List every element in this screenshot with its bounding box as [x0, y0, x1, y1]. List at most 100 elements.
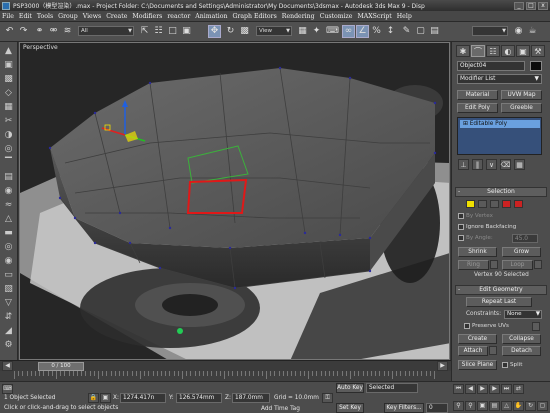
uvw-map-button[interactable]: UVW Map [501, 90, 542, 100]
play-icon[interactable]: ▶ [477, 384, 488, 394]
preserve-uvs-settings-icon[interactable] [532, 322, 540, 331]
key-filters-button[interactable]: Key Filters... [384, 403, 424, 413]
field-of-view-icon[interactable]: △ [501, 401, 512, 411]
hide-icon[interactable]: ◎ [2, 241, 15, 253]
collapse-tool-icon[interactable]: ▽ [2, 297, 15, 309]
menu-file[interactable]: File [2, 13, 14, 20]
set-key-button[interactable]: Set Key [336, 403, 364, 413]
time-slider-bar[interactable]: ◀ 0 / 100 ▶ [0, 360, 451, 371]
flip-icon[interactable]: ⇵ [2, 311, 15, 323]
keyboard-shortcut-icon[interactable]: ⌨ [326, 25, 339, 38]
menu-create[interactable]: Create [106, 13, 127, 20]
stack-item-editable-poly[interactable]: ⊞ Editable Poly [460, 120, 540, 128]
loop-button[interactable]: Loop [502, 260, 533, 270]
snap-toggle-icon[interactable]: ∞ [342, 25, 355, 38]
modifier-list-dropdown[interactable]: Modifier List ▼ [457, 74, 542, 84]
maxscript-listener-icon[interactable]: ⌨ [2, 384, 13, 394]
mirror-icon[interactable]: ▢ [414, 25, 427, 38]
menu-group[interactable]: Group [58, 13, 78, 20]
retriangulate-icon[interactable]: ◢ [2, 325, 15, 337]
track-bar[interactable] [0, 371, 451, 381]
modifier-stack[interactable]: ⊞ Editable Poly [457, 117, 542, 155]
material-button[interactable]: Material [457, 90, 498, 100]
current-frame-field[interactable]: 0 [426, 403, 448, 413]
select-and-scale-icon[interactable]: ▩ [238, 25, 251, 38]
y-coordinate-field[interactable]: 126.574mm [176, 393, 222, 403]
attach-button[interactable]: Attach [458, 346, 488, 356]
constraints-dropdown[interactable]: None ▼ [504, 310, 542, 319]
select-by-name-icon[interactable]: ☷ [152, 25, 165, 38]
go-to-end-icon[interactable]: ⏭ [501, 384, 512, 394]
show-end-result-icon[interactable]: ‖ [472, 159, 483, 170]
detach-button[interactable]: Detach [502, 346, 541, 356]
greeble-button[interactable]: Greeble [501, 103, 542, 113]
edge-level-icon[interactable] [478, 200, 487, 208]
by-angle-spinner[interactable]: 45.0 [512, 234, 538, 243]
pan-icon[interactable]: ✋ [513, 401, 524, 411]
collapse-button[interactable]: Collapse [502, 334, 541, 344]
menu-views[interactable]: Views [83, 13, 101, 20]
grow-button[interactable]: Grow [502, 247, 541, 257]
link-icon[interactable]: ⚭ [33, 25, 46, 38]
previous-key-icon[interactable]: ◀ [465, 384, 476, 394]
add-time-tag[interactable]: Add Time Tag [261, 405, 300, 413]
expand-icon[interactable]: ⊞ [463, 121, 470, 127]
unlink-icon[interactable]: ⚮ [47, 25, 60, 38]
detach-tool-icon[interactable]: ▭ [2, 269, 15, 281]
shrink-button[interactable]: Shrink [458, 247, 497, 257]
percent-snap-icon[interactable]: % [370, 25, 383, 38]
connect-icon[interactable]: ▦ [2, 101, 15, 113]
preserve-uvs-checkbox[interactable]: Preserve UVs [464, 322, 524, 330]
object-name-field[interactable]: Object04 [457, 61, 525, 71]
redo-icon[interactable]: ↷ [17, 25, 30, 38]
bridge-icon[interactable]: ▤ [2, 171, 15, 183]
zoom-all-icon[interactable]: ⚲ [465, 401, 476, 411]
go-to-start-icon[interactable]: ⏮ [453, 384, 464, 394]
poly-tool-icon[interactable]: ▲ [2, 45, 15, 57]
named-selection-icon[interactable]: ✎ [400, 25, 413, 38]
select-object-icon[interactable]: ⇱ [138, 25, 151, 38]
tab-create-icon[interactable]: ✱ [456, 45, 470, 57]
pin-stack-icon[interactable]: ⊥ [458, 159, 469, 170]
auto-key-button[interactable]: Auto Key [336, 383, 364, 393]
menu-graph-editors[interactable]: Graph Editors [232, 13, 276, 20]
by-vertex-checkbox[interactable]: By Vertex [458, 212, 543, 220]
absolute-mode-icon[interactable]: ▣ [100, 393, 111, 403]
polygon-level-icon[interactable] [502, 200, 511, 208]
border-level-icon[interactable] [490, 200, 499, 208]
unhide-icon[interactable]: ◉ [2, 255, 15, 267]
attach-list-icon[interactable] [489, 346, 497, 355]
material-editor-icon[interactable]: ◉ [512, 25, 525, 38]
maximize-button[interactable]: □ [526, 1, 536, 10]
attach-tool-icon[interactable]: ▧ [2, 283, 15, 295]
time-slider[interactable]: 0 / 100 [38, 362, 84, 371]
settings-icon[interactable]: ⚙ [2, 339, 15, 351]
menu-animation[interactable]: Animation [195, 13, 227, 20]
spinner-snap-icon[interactable]: ↕ [384, 25, 397, 38]
menu-maxscript[interactable]: MAXScript [357, 13, 391, 20]
cut-icon[interactable]: ✂ [2, 115, 15, 127]
orbit-icon[interactable]: ↻ [525, 401, 536, 411]
edit-geometry-rollout-header[interactable]: - Edit Geometry [455, 285, 547, 295]
selection-rollout-header[interactable]: - Selection [455, 187, 547, 197]
make-unique-icon[interactable]: ∨ [486, 159, 497, 170]
render-icon[interactable]: ☕ [526, 25, 539, 38]
angle-snap-icon[interactable]: ∠ [356, 25, 369, 38]
make-planar-icon[interactable]: ▬ [2, 227, 15, 239]
vertex-level-icon[interactable] [466, 200, 475, 208]
viewport-scene[interactable] [20, 43, 450, 360]
target-weld-icon[interactable]: ◎ [2, 143, 15, 155]
menu-rendering[interactable]: Rendering [282, 13, 315, 20]
maximize-viewport-icon[interactable]: ▢ [537, 401, 548, 411]
tab-hierarchy-icon[interactable]: ☷ [486, 45, 500, 57]
window-crossing-icon[interactable]: ▣ [180, 25, 193, 38]
tab-modify-icon[interactable]: ⌒ [471, 45, 485, 57]
key-mode-toggle-icon[interactable]: ⇄ [513, 384, 524, 394]
named-selection-sets-dropdown[interactable]: ▼ [472, 26, 508, 36]
bevel-icon[interactable]: ▩ [2, 73, 15, 85]
ring-button[interactable]: Ring [458, 260, 489, 270]
lock-selection-icon[interactable]: 🔒 [88, 393, 99, 403]
perspective-viewport[interactable]: Perspective [19, 42, 450, 360]
align-icon[interactable]: ▤ [428, 25, 441, 38]
tessellate-icon[interactable]: △ [2, 213, 15, 225]
